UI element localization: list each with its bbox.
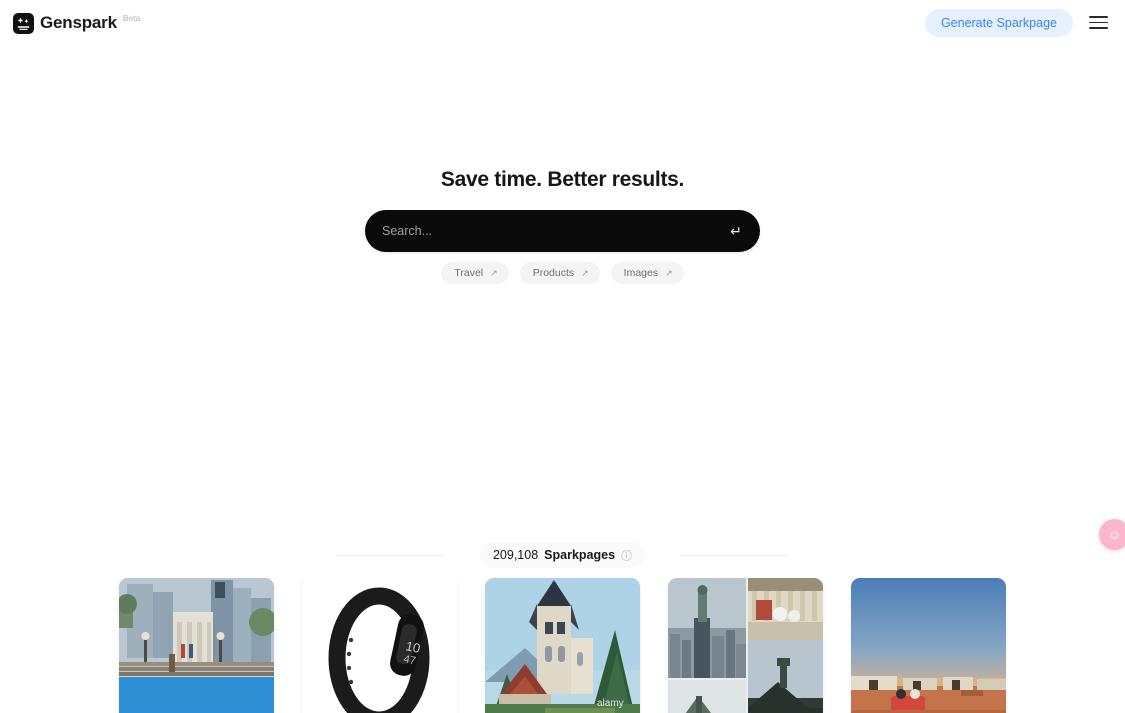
chip-images[interactable]: Images ↗	[610, 262, 684, 284]
gallery-card[interactable]: alamy	[485, 578, 640, 713]
gallery-card[interactable]	[668, 578, 823, 713]
hero-section: Save time. Better results. ↵ Travel ↗ Pr…	[0, 166, 1125, 284]
search-bar[interactable]: ↵	[365, 210, 760, 252]
feedback-fab-icon: ☺	[1107, 527, 1122, 542]
gallery-card[interactable]	[119, 578, 274, 713]
generate-sparkpage-button[interactable]: Generate Sparkpage	[924, 8, 1073, 37]
arrow-up-right-icon: ↗	[490, 267, 498, 278]
suggestion-chips: Travel ↗ Products ↗ Images ↗	[441, 262, 684, 284]
urban-plaza-building-image	[119, 578, 274, 713]
page-title: Save time. Better results.	[440, 168, 685, 191]
svg-text:alamy: alamy	[597, 698, 624, 709]
sparkpages-label: Sparkpages	[544, 548, 616, 562]
sparkpage-gallery: 10 47 alamy	[0, 578, 1125, 713]
header-actions: Generate Sparkpage	[924, 8, 1111, 37]
brand[interactable]: Genspark Beta	[13, 12, 140, 34]
hamburger-menu-icon[interactable]	[1089, 12, 1111, 34]
menu-line-2	[1089, 21, 1108, 24]
app-header: Genspark Beta Generate Sparkpage	[0, 0, 1125, 45]
feedback-fab-button[interactable]: ☺	[1099, 519, 1125, 550]
search-input[interactable]	[382, 224, 726, 238]
sparkpages-count: 209,108	[492, 548, 539, 562]
arrow-up-right-icon: ↗	[665, 267, 673, 278]
european-church-towers-image: alamy	[485, 578, 640, 713]
sparkpages-counter: 209,108 Sparkpages i	[479, 542, 646, 568]
cityscape-monument-collage-image	[668, 578, 823, 713]
beta-badge: Beta	[122, 12, 141, 23]
chip-label: Products	[532, 267, 575, 279]
chip-label: Travel	[454, 267, 484, 279]
brand-name: Genspark	[40, 12, 117, 32]
arrow-up-right-icon: ↗	[581, 267, 589, 278]
chip-label: Images	[623, 267, 659, 279]
chip-products[interactable]: Products ↗	[519, 262, 600, 284]
menu-line-3	[1089, 27, 1108, 29]
sparkle-square-logo-icon	[13, 12, 34, 34]
desert-camp-sunset-image	[851, 578, 1006, 713]
chip-travel[interactable]: Travel ↗	[441, 262, 509, 284]
black-fitness-tracker-image: 10 47	[302, 578, 457, 713]
menu-line-1	[1089, 16, 1108, 18]
divider-right	[681, 554, 790, 556]
svg-text:47: 47	[402, 653, 416, 667]
gallery-card[interactable]: 10 47	[302, 578, 457, 713]
info-circle-icon[interactable]: i	[621, 549, 633, 561]
sparkpages-counter-row: 209,108 Sparkpages i	[0, 542, 1125, 568]
enter-return-icon[interactable]: ↵	[726, 221, 746, 241]
gallery-card[interactable]	[851, 578, 1006, 713]
divider-left	[335, 554, 444, 556]
